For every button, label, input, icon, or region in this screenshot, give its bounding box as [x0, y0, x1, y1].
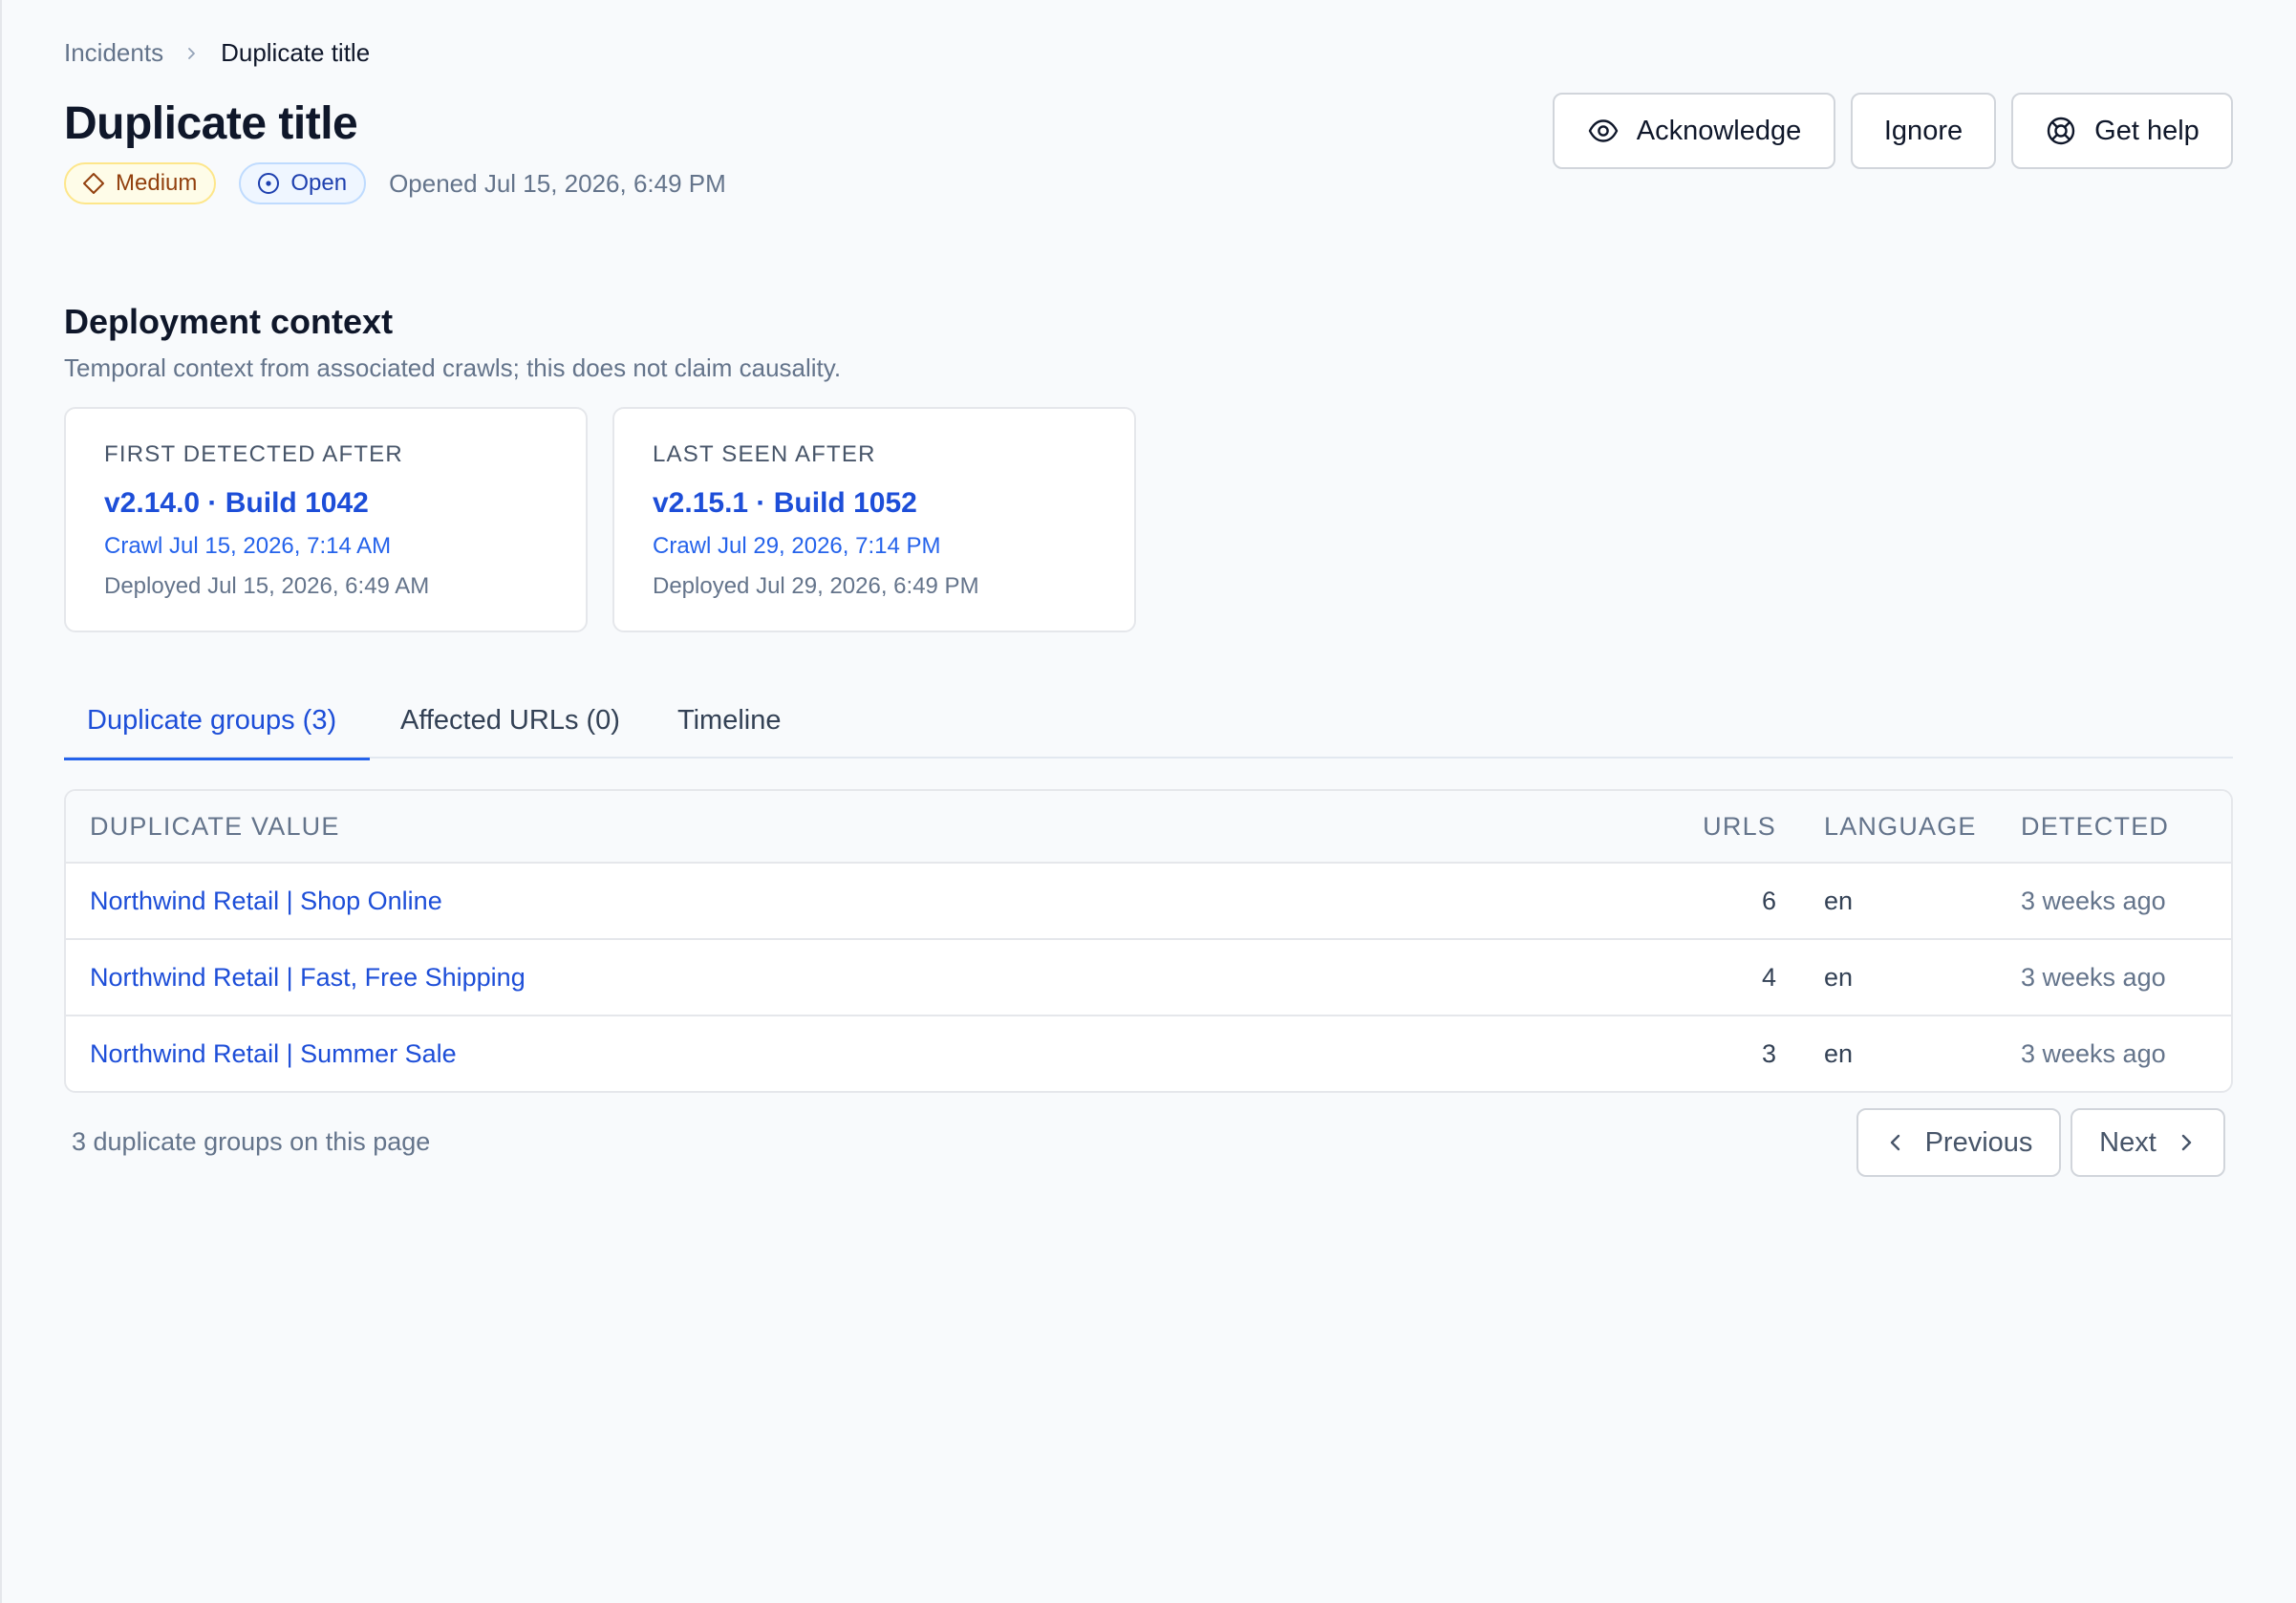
window-edge [0, 0, 2, 1603]
duplicate-value-link[interactable]: Northwind Retail | Shop Online [66, 887, 1652, 916]
severity-badge: Medium [64, 162, 217, 204]
get-help-label: Get help [2094, 115, 2199, 146]
detected-time: 3 weeks ago [2021, 962, 2166, 992]
url-count: 6 [1761, 886, 1776, 915]
tab-timeline[interactable]: Timeline [654, 682, 805, 759]
page-title: Duplicate title [64, 98, 358, 149]
language: en [1824, 886, 1854, 915]
url-count: 3 [1761, 1038, 1776, 1068]
acknowledge-button[interactable]: Acknowledge [1553, 93, 1835, 169]
status-badge: Open [239, 162, 367, 204]
card-label: LAST SEEN AFTER [653, 441, 876, 467]
table-row: Northwind Retail | Fast, Free Shipping 4… [66, 938, 2231, 1015]
last-seen-card: LAST SEEN AFTER v2.15.1 · Build 1052 Cra… [612, 407, 1136, 632]
lifebuoy-icon [2045, 115, 2077, 147]
card-crawl-link[interactable]: Crawl Jul 15, 2026, 7:14 AM [104, 533, 547, 560]
duplicate-value-link[interactable]: Northwind Retail | Fast, Free Shipping [66, 963, 1652, 993]
tab-affected-urls[interactable]: Affected URLs (0) [379, 682, 641, 759]
card-version-link[interactable]: v2.15.1 · Build 1052 [653, 487, 1096, 520]
card-version-link[interactable]: v2.14.0 · Build 1042 [104, 487, 547, 520]
table-row: Northwind Retail | Summer Sale 3 en 3 we… [66, 1015, 2231, 1091]
severity-label: Medium [116, 170, 198, 196]
column-header-detected: DETECTED [2021, 811, 2170, 841]
acknowledge-label: Acknowledge [1636, 115, 1802, 146]
detected-time: 3 weeks ago [2021, 886, 2166, 915]
card-deployed: Deployed Jul 15, 2026, 6:49 AM [104, 573, 430, 599]
url-count: 4 [1761, 962, 1776, 992]
deployment-context-title: Deployment context [64, 302, 394, 341]
language: en [1824, 962, 1854, 992]
status-label: Open [290, 170, 348, 196]
first-detected-card: FIRST DETECTED AFTER v2.14.0 · Build 104… [64, 407, 588, 632]
chevron-right-icon [184, 46, 200, 61]
page-count-summary: 3 duplicate groups on this page [72, 1127, 431, 1156]
deployment-context-description: Temporal context from associated crawls;… [64, 353, 842, 382]
table-row: Northwind Retail | Shop Online 6 en 3 we… [66, 862, 2231, 938]
card-crawl-link[interactable]: Crawl Jul 29, 2026, 7:14 PM [653, 533, 1096, 560]
column-header-duplicate-value: DUPLICATE VALUE [90, 811, 340, 841]
pagination: Previous Next [1856, 1108, 2225, 1177]
detected-time: 3 weeks ago [2021, 1038, 2166, 1068]
circle-dot-icon [256, 171, 281, 196]
get-help-button[interactable]: Get help [2011, 93, 2233, 169]
card-label: FIRST DETECTED AFTER [104, 441, 403, 467]
incident-tabs: Duplicate groups (3) Affected URLs (0) T… [64, 682, 2233, 760]
incident-actions: Acknowledge Ignore Get help [1553, 93, 2233, 169]
duplicate-value-link[interactable]: Northwind Retail | Summer Sale [66, 1039, 1652, 1069]
table-header: DUPLICATE VALUE URLS LANGUAGE DETECTED [66, 791, 2231, 862]
next-page-button[interactable]: Next [2071, 1108, 2225, 1177]
breadcrumb: Incidents Duplicate title [64, 38, 370, 68]
deployment-cards: FIRST DETECTED AFTER v2.14.0 · Build 104… [64, 407, 1136, 632]
breadcrumb-current: Duplicate title [221, 38, 371, 67]
breadcrumb-incidents-link[interactable]: Incidents [64, 38, 163, 68]
card-deployed: Deployed Jul 29, 2026, 6:49 PM [653, 573, 979, 599]
diamond-icon [81, 171, 106, 196]
opened-timestamp: Opened Jul 15, 2026, 6:49 PM [389, 168, 726, 198]
ignore-label: Ignore [1883, 115, 1963, 146]
tab-duplicate-groups[interactable]: Duplicate groups (3) [64, 682, 370, 760]
incident-meta: Medium Open Opened Jul 15, 2026, 6:49 PM [64, 162, 726, 204]
language: en [1824, 1038, 1854, 1068]
duplicate-groups-table: DUPLICATE VALUE URLS LANGUAGE DETECTED N… [64, 789, 2233, 1093]
next-label: Next [2099, 1126, 2157, 1158]
previous-label: Previous [1924, 1126, 2033, 1158]
previous-page-button[interactable]: Previous [1856, 1108, 2061, 1177]
chevron-right-icon [2176, 1132, 2197, 1153]
eye-icon [1587, 115, 1620, 147]
column-header-urls: URLS [1703, 811, 1776, 841]
column-header-language: LANGUAGE [1824, 811, 1977, 841]
ignore-button[interactable]: Ignore [1851, 93, 1996, 169]
chevron-left-icon [1885, 1132, 1906, 1153]
